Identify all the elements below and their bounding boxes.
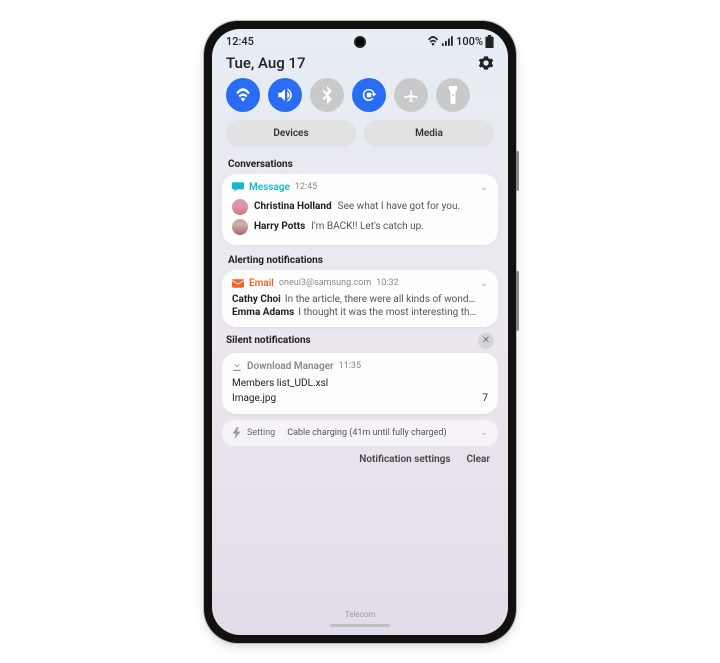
conversation-row[interactable]: Christina Holland See what I have got fo…	[232, 197, 488, 217]
battery-icon	[485, 35, 494, 48]
panel-buttons: Devices Media	[212, 120, 508, 155]
bolt-icon	[232, 427, 241, 439]
sender: Christina Holland	[254, 201, 332, 212]
app-time: 10:32	[376, 278, 398, 288]
flashlight-icon	[447, 86, 459, 104]
panel-footer: Notification settings Clear	[212, 452, 508, 467]
devices-button[interactable]: Devices	[226, 120, 356, 147]
app-time: 12:45	[295, 182, 317, 192]
conversations-label: Conversations	[212, 155, 508, 174]
media-button[interactable]: Media	[364, 120, 494, 147]
chevron-down-icon[interactable]: ⌄	[480, 278, 488, 289]
qs-airplane-toggle[interactable]	[394, 78, 428, 112]
panel-date: Tue, Aug 17	[226, 54, 305, 72]
preview: In the article, there were all kinds of …	[285, 294, 475, 305]
app-account: oneui3@samsung.com	[279, 278, 371, 288]
avatar	[232, 199, 248, 215]
sender: Cathy Choi	[232, 294, 281, 305]
sender: Harry Potts	[254, 221, 305, 232]
silent-label: Silent notifications	[226, 335, 311, 346]
battery-pct: 100%	[456, 35, 483, 48]
status-time: 12:45	[226, 35, 254, 48]
airplane-icon	[402, 86, 420, 104]
qs-rotate-toggle[interactable]	[352, 78, 386, 112]
email-card[interactable]: Email oneui3@samsung.com 10:32 ⌄ Cathy C…	[222, 270, 498, 327]
side-button	[516, 151, 519, 191]
email-icon	[232, 279, 244, 288]
alerting-label: Alerting notifications	[212, 251, 508, 270]
email-row[interactable]: Emma Adams I thought it was the most int…	[232, 306, 488, 319]
silent-header: Silent notifications ✕	[226, 333, 494, 349]
status-icons: 100%	[426, 35, 494, 48]
bluetooth-icon	[321, 86, 333, 104]
file-name: Image.jpg	[232, 393, 276, 404]
app-time: 11:35	[339, 361, 361, 371]
clear-button[interactable]: Clear	[467, 454, 491, 465]
file-count: 7	[482, 393, 488, 404]
side-button	[516, 271, 519, 331]
avatar	[232, 219, 248, 235]
qs-sound-toggle[interactable]	[268, 78, 302, 112]
chevron-down-icon[interactable]: ⌄	[480, 182, 488, 193]
qs-bluetooth-toggle[interactable]	[310, 78, 344, 112]
app-name: Setting	[247, 428, 275, 438]
app-name: Message	[249, 182, 290, 193]
download-row[interactable]: Members list_UDL.xsl	[232, 376, 488, 391]
wifi-icon	[234, 88, 252, 102]
preview: See what I have got for you.	[338, 201, 461, 212]
file-name: Members list_UDL.xsl	[232, 378, 328, 389]
download-icon	[232, 361, 242, 371]
app-name: Email	[249, 278, 274, 289]
download-card[interactable]: Download Manager 11:35 Members list_UDL.…	[222, 353, 498, 414]
app-name: Download Manager	[247, 361, 334, 372]
preview: I'm BACK!! Let's catch up.	[311, 221, 424, 232]
nav-handle[interactable]	[330, 624, 390, 627]
wifi-icon	[426, 36, 440, 46]
signal-icon	[442, 36, 454, 46]
download-row[interactable]: Image.jpg 7	[232, 391, 488, 406]
conversation-card[interactable]: Message 12:45 ⌄ Christina Holland See wh…	[222, 174, 498, 245]
notification-settings-button[interactable]: Notification settings	[359, 454, 450, 465]
screen: 12:45 100% Tue, Aug 17	[212, 29, 508, 635]
panel-header: Tue, Aug 17	[212, 50, 508, 78]
charging-card[interactable]: Setting Cable charging (41m until fully …	[222, 420, 498, 446]
gear-icon[interactable]	[478, 55, 494, 71]
quick-settings-row	[212, 78, 508, 120]
qs-wifi-toggle[interactable]	[226, 78, 260, 112]
rotate-icon	[360, 86, 378, 104]
message-icon	[232, 182, 244, 192]
sender: Emma Adams	[232, 307, 294, 318]
charging-text: Cable charging (41m until fully charged)	[287, 428, 446, 438]
phone-frame: 12:45 100% Tue, Aug 17	[204, 21, 516, 643]
carrier-label: Telecom	[212, 610, 508, 619]
sound-icon	[276, 87, 294, 103]
front-camera	[354, 36, 366, 48]
conversation-row[interactable]: Harry Potts I'm BACK!! Let's catch up.	[232, 217, 488, 237]
email-row[interactable]: Cathy Choi In the article, there were al…	[232, 293, 488, 306]
chevron-down-icon[interactable]: ⌄	[480, 428, 488, 438]
preview: I thought it was the most interesting th…	[298, 307, 476, 318]
close-icon[interactable]: ✕	[478, 333, 494, 349]
qs-flashlight-toggle[interactable]	[436, 78, 470, 112]
